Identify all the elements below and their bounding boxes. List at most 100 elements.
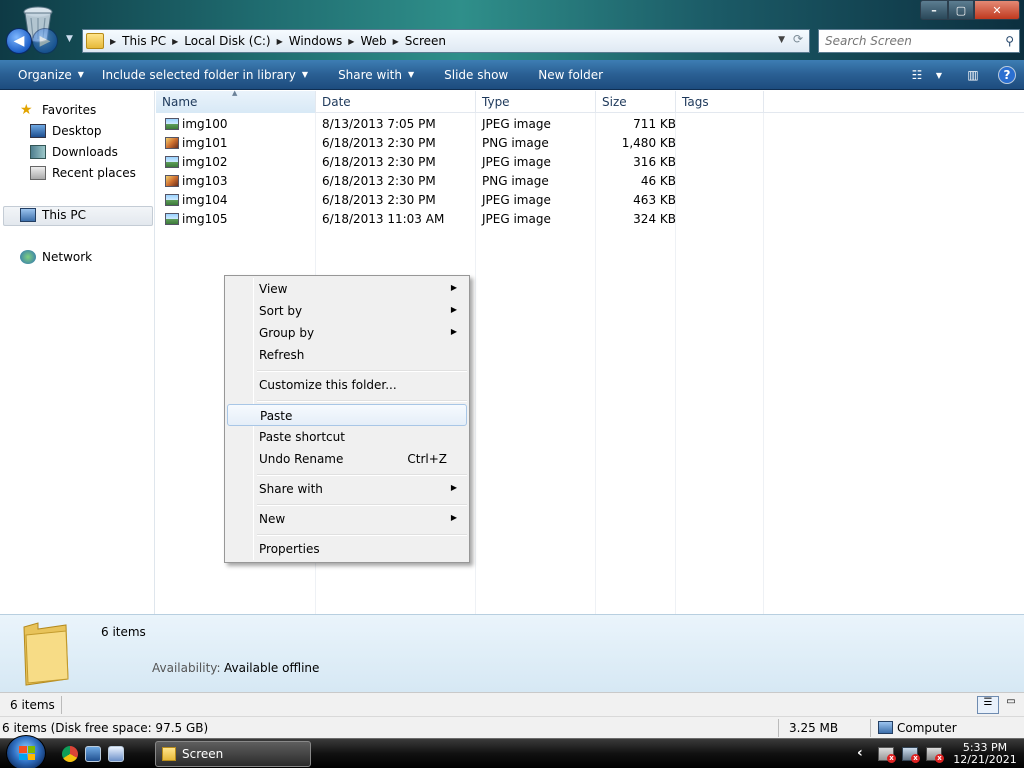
menu-item-properties[interactable]: Properties <box>227 538 467 560</box>
forward-button[interactable]: ▶ <box>32 28 58 54</box>
start-button[interactable] <box>6 735 46 768</box>
column-size-label: Size <box>602 95 627 109</box>
breadcrumb-label: Windows <box>288 34 343 48</box>
status-item-count: 6 items <box>10 698 55 712</box>
tray-expand-icon[interactable]: ‹ <box>857 745 863 761</box>
window-controls: – ▢ ✕ <box>920 0 1020 20</box>
back-button[interactable]: ◀ <box>6 28 32 54</box>
chevron-right-icon: ▶ <box>276 36 283 46</box>
new-folder-button[interactable]: New folder <box>538 68 603 82</box>
menu-item-sort-by[interactable]: Sort by ▶ <box>227 300 467 322</box>
menu-item-view[interactable]: View ▶ <box>227 278 467 300</box>
network-tray-icon[interactable]: x <box>902 747 920 763</box>
nav-network[interactable]: Network <box>20 250 92 264</box>
menu-item-paste-shortcut[interactable]: Paste shortcut <box>227 426 467 448</box>
file-row[interactable]: img104 6/18/2013 2:30 PM JPEG image 463 … <box>156 191 676 210</box>
details-view-button[interactable]: ☰ <box>977 696 999 714</box>
computer-icon <box>878 721 893 734</box>
view-dropdown-icon[interactable]: ▼ <box>930 66 948 84</box>
action-center-icon[interactable]: x <box>878 747 896 763</box>
file-row[interactable]: img105 6/18/2013 11:03 AM JPEG image 324… <box>156 210 676 229</box>
menu-item-group-by[interactable]: Group by ▶ <box>227 322 467 344</box>
column-header-date[interactable]: Date <box>316 91 476 113</box>
nav-desktop[interactable]: Desktop <box>30 124 102 138</box>
column-header-name[interactable]: ▲ Name <box>156 89 316 113</box>
search-icon[interactable]: ⚲ <box>1005 34 1014 48</box>
breadcrumb-windows[interactable]: ▶ Windows <box>277 34 343 48</box>
column-type-label: Type <box>482 95 510 109</box>
error-badge-icon: x <box>911 754 920 763</box>
menu-item-paste[interactable]: Paste <box>227 404 467 426</box>
minimize-button[interactable]: – <box>920 0 948 20</box>
maximize-button[interactable]: ▢ <box>948 0 974 20</box>
menu-item-label: Paste <box>260 409 293 423</box>
share-with-button[interactable]: Share with ▼ <box>338 68 414 82</box>
breadcrumb-web[interactable]: ▶ Web <box>348 34 386 48</box>
chevron-right-icon: ▶ <box>110 36 117 46</box>
organize-button[interactable]: Organize ▼ <box>18 68 84 82</box>
column-tags-label: Tags <box>682 95 709 109</box>
nav-recent-places[interactable]: Recent places <box>30 166 136 180</box>
nav-this-pc-label: This PC <box>42 208 86 222</box>
share-with-label: Share with <box>338 67 402 82</box>
slide-show-button[interactable]: Slide show <box>444 68 508 82</box>
view-options-icon[interactable]: ☷ <box>908 66 926 84</box>
windows-logo-icon <box>19 746 35 760</box>
sort-ascending-icon: ▲ <box>232 89 238 97</box>
error-badge-icon: x <box>887 754 896 763</box>
search-input[interactable] <box>825 34 995 48</box>
details-view-icon: ☰ <box>983 697 993 708</box>
status-divider <box>870 719 871 737</box>
address-dropdown-icon[interactable]: ▼ <box>778 35 785 45</box>
column-divider <box>763 113 764 614</box>
volume-muted-icon[interactable]: x <box>926 747 944 763</box>
nav-downloads[interactable]: Downloads <box>30 145 118 159</box>
menu-item-label: Sort by <box>259 304 303 318</box>
slide-show-label: Slide show <box>444 67 509 82</box>
chrome-icon[interactable] <box>62 746 78 762</box>
include-library-label: Include selected folder in library <box>101 67 296 82</box>
file-row[interactable]: img102 6/18/2013 2:30 PM JPEG image 316 … <box>156 153 676 172</box>
column-header-tags[interactable]: Tags <box>676 91 764 113</box>
menu-item-share-with[interactable]: Share with ▶ <box>227 478 467 500</box>
search-box[interactable]: ⚲ <box>818 29 1020 53</box>
menu-item-new[interactable]: New ▶ <box>227 508 467 530</box>
breadcrumb-local-disk[interactable]: ▶ Local Disk (C:) <box>172 34 270 48</box>
tiles-view-button[interactable]: ▭ <box>1002 696 1020 714</box>
refresh-icon[interactable]: ⟳ <box>789 32 807 50</box>
breadcrumb-label: Screen <box>404 34 447 48</box>
history-dropdown-icon[interactable]: ▼ <box>66 34 73 44</box>
menu-item-label: Undo Rename <box>259 452 344 466</box>
show-desktop-icon[interactable] <box>85 746 101 762</box>
column-header-type[interactable]: Type <box>476 91 596 113</box>
breadcrumb-screen[interactable]: ▶ Screen <box>393 34 446 48</box>
nav-this-pc[interactable]: This PC <box>20 208 86 222</box>
file-size: 1,480 KB <box>621 136 676 150</box>
title-bar: ◀ ▶ ▼ ▶ This PC ▶ Local Disk (C:) ▶ Windows… <box>0 0 1024 60</box>
file-row[interactable]: img100 8/13/2013 7:05 PM JPEG image 711 … <box>156 115 676 134</box>
recent-places-icon <box>30 166 46 180</box>
include-library-button[interactable]: Include selected folder in library ▼ <box>102 68 308 82</box>
file-row[interactable]: img101 6/18/2013 2:30 PM PNG image 1,480… <box>156 134 676 153</box>
menu-item-undo-rename[interactable]: Undo Rename Ctrl+Z <box>227 448 467 470</box>
taskbar-window-label: Screen <box>182 747 224 761</box>
switch-windows-icon[interactable] <box>108 746 124 762</box>
help-icon[interactable]: ? <box>998 66 1016 84</box>
breadcrumb-this-pc[interactable]: ▶ This PC <box>110 34 166 48</box>
status-divider <box>778 719 779 737</box>
preview-pane-icon[interactable]: ▥ <box>964 66 982 84</box>
file-size: 46 KB <box>640 174 676 188</box>
column-header-size[interactable]: Size <box>596 91 676 113</box>
clock[interactable]: 5:33 PM 12/21/2021 <box>950 742 1020 766</box>
address-bar[interactable]: ▶ This PC ▶ Local Disk (C:) ▶ Windows ▶ Web … <box>82 29 810 53</box>
menu-item-customize-folder[interactable]: Customize this folder... <box>227 374 467 396</box>
file-size: 316 KB <box>633 155 676 169</box>
chevron-down-icon: ▼ <box>407 70 415 79</box>
nav-favorites[interactable]: ★ Favorites <box>20 103 96 117</box>
menu-separator <box>257 504 467 506</box>
close-button[interactable]: ✕ <box>974 0 1020 20</box>
menu-item-refresh[interactable]: Refresh <box>227 344 467 366</box>
taskbar-window-screen[interactable]: Screen <box>155 741 311 767</box>
file-row[interactable]: img103 6/18/2013 2:30 PM PNG image 46 KB <box>156 172 676 191</box>
command-bar: Organize ▼ Include selected folder in lib… <box>0 60 1024 90</box>
